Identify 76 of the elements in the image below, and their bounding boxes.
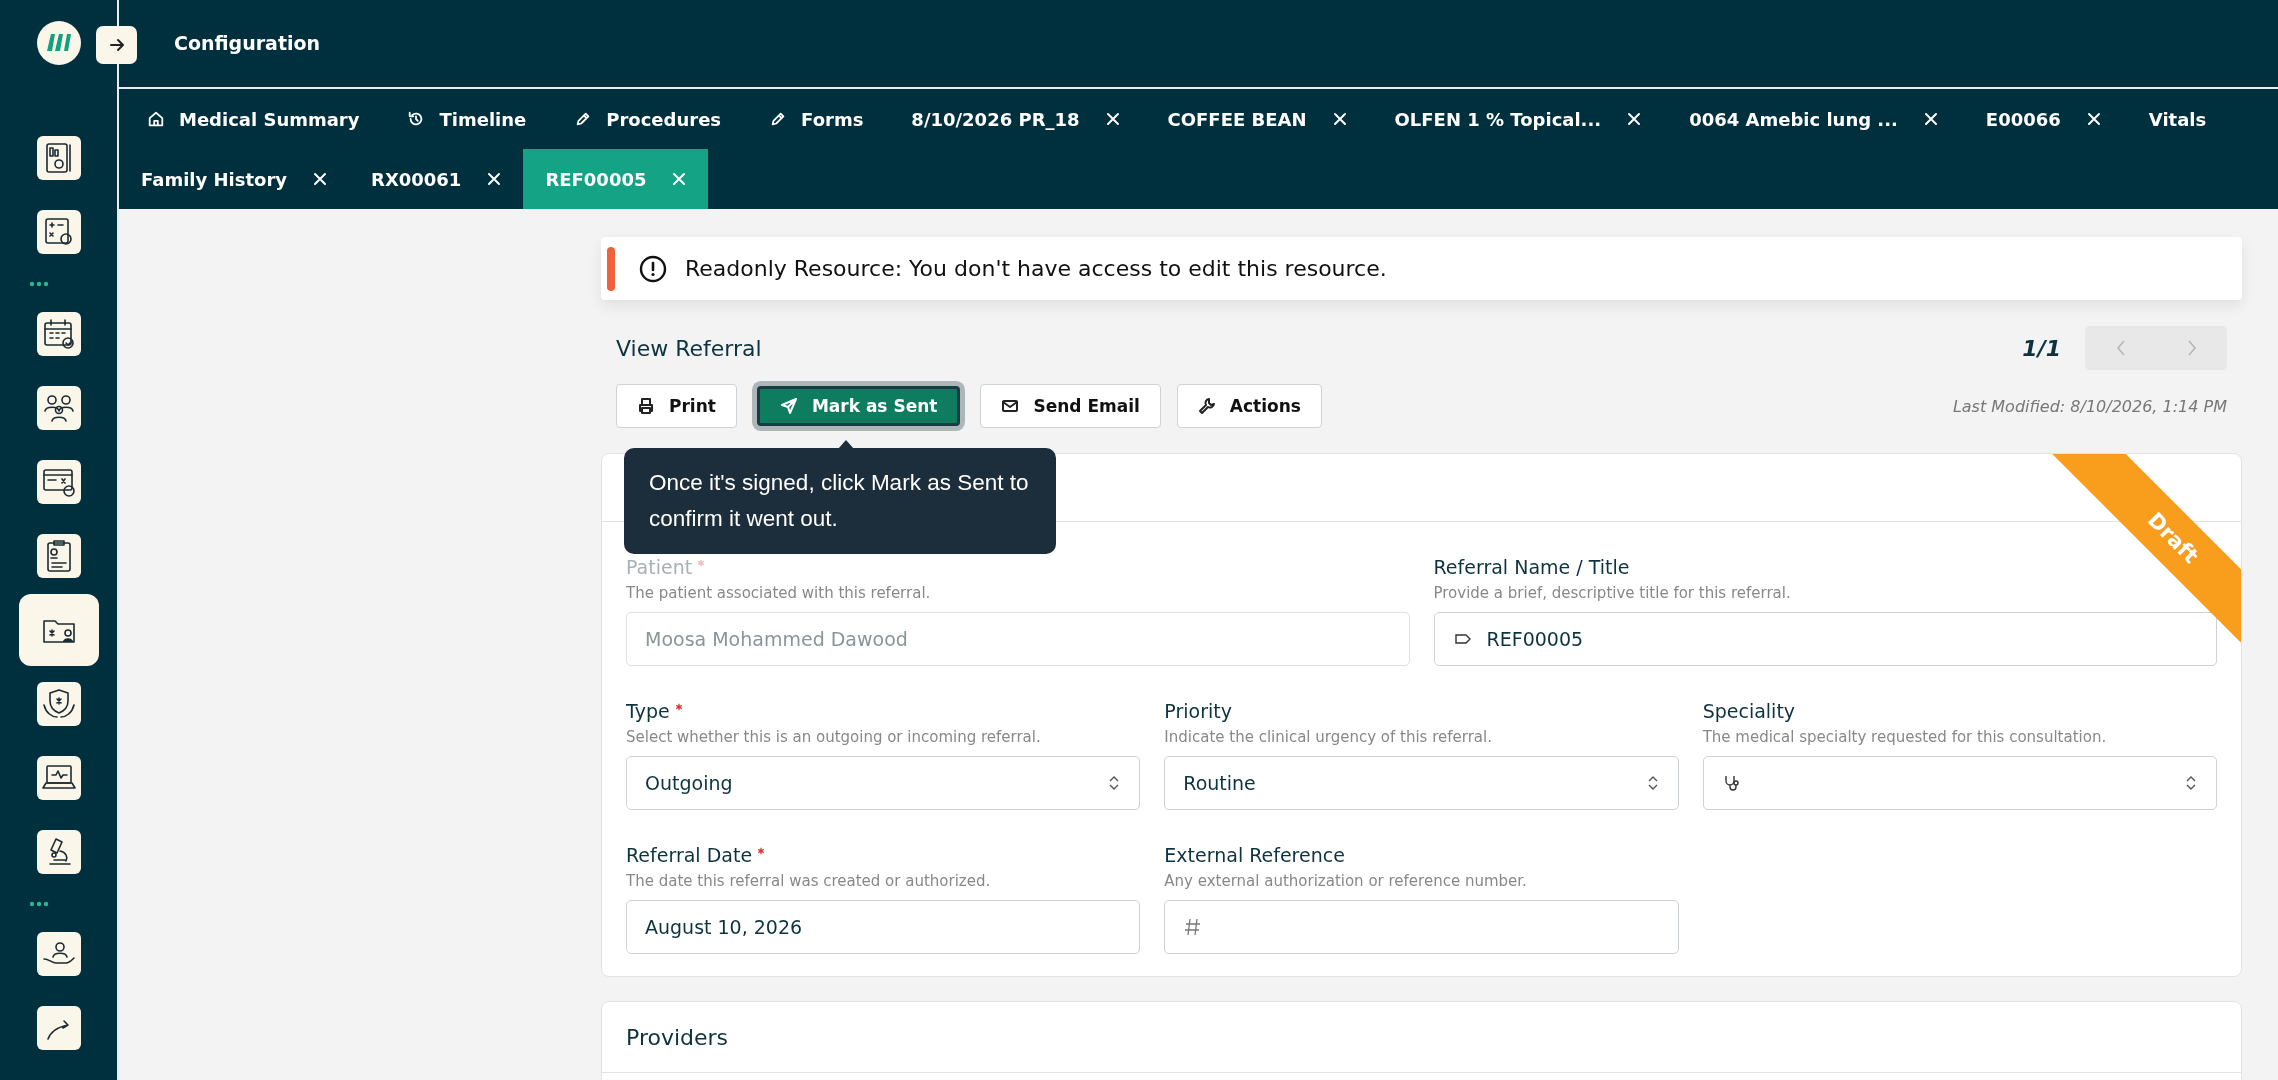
tab[interactable]: Family History [119, 149, 349, 209]
action-button[interactable]: Print [616, 384, 737, 428]
more-dots-icon [28, 280, 49, 288]
wrench-icon [1197, 397, 1216, 415]
tab[interactable]: OLFEN 1 % Topical... [1370, 89, 1666, 149]
sidebar-item[interactable] [36, 830, 81, 874]
home-icon [147, 110, 165, 128]
close-icon[interactable] [1332, 112, 1347, 126]
chevron-right-icon [2185, 339, 2198, 357]
sidebar-item[interactable] [36, 756, 81, 800]
field-label: External Reference [1164, 844, 1345, 866]
field-hint: Select whether this is an outgoing or incoming referral. [626, 728, 1042, 746]
sidebar-item[interactable] [36, 210, 81, 254]
field-hint: Any external authorization or reference number. [1164, 872, 1528, 890]
close-icon[interactable] [1105, 112, 1120, 126]
page-title: View Referral [616, 335, 762, 361]
sidebar-item[interactable] [36, 1006, 81, 1050]
send-icon [779, 397, 798, 415]
section-title: Providers [626, 1024, 729, 1050]
field-label: Referral Name / Title [1433, 556, 1630, 578]
tooltip-arrow [838, 440, 854, 449]
sidebar-item[interactable] [36, 932, 81, 976]
tab[interactable]: 0064 Amebic lung ... [1665, 89, 1962, 149]
sidebar-item[interactable] [36, 460, 81, 504]
page-counter: 1/1 [2022, 335, 2061, 361]
select-field[interactable]: Outgoing [626, 756, 1141, 810]
alert-message: Readonly Resource: You don't have access to edit this resource. [685, 256, 1387, 281]
close-icon[interactable] [487, 172, 502, 186]
tab[interactable]: 8/10/2026 PR_18 [887, 89, 1144, 149]
tab[interactable]: Medical Summary [119, 89, 384, 149]
sidebar-item[interactable] [36, 386, 81, 430]
close-icon[interactable] [1627, 112, 1642, 126]
field-label: Speciality [1702, 700, 1796, 722]
logo-icon [36, 21, 81, 65]
action-button[interactable]: Actions [1176, 384, 1322, 428]
close-icon[interactable] [2086, 112, 2101, 126]
field-label: Type [626, 700, 670, 722]
header-title: Configuration [174, 31, 321, 54]
field-hint: The patient associated with this referral. [626, 584, 932, 602]
tab[interactable]: Procedures [550, 89, 746, 149]
field-hint: The medical specialty requested for this consultation. [1702, 728, 2108, 746]
field-hint: The date this referral was created or authorized. [626, 872, 992, 890]
chevron-left-icon [2114, 339, 2127, 357]
sidebar-item[interactable] [36, 682, 81, 726]
input-field[interactable]: August 10, 2026 [626, 900, 1141, 954]
chevron-updown-icon [2184, 774, 2198, 792]
select-field[interactable]: Routine [1164, 756, 1679, 810]
input-field[interactable]: REF00005 [1433, 612, 2217, 666]
sidebar-item[interactable] [36, 312, 81, 356]
field-label: Patient [626, 556, 693, 578]
tab[interactable]: E00066 [1961, 89, 2125, 149]
printer-icon [637, 397, 655, 415]
field-hint: Indicate the clinical urgency of this referral. [1164, 728, 1493, 746]
tab[interactable]: Timeline [383, 89, 551, 149]
tab[interactable]: Forms [745, 89, 888, 149]
field-label: Referral Date [626, 844, 753, 866]
close-icon[interactable] [313, 172, 327, 186]
sidebar-item[interactable] [18, 594, 99, 666]
last-modified: Last Modified: 8/10/2026, 1:14 PM [1952, 396, 2227, 416]
select-field[interactable] [1702, 756, 2217, 810]
action-button[interactable]: Send Email [980, 384, 1161, 428]
tab[interactable]: COFFEE BEAN [1143, 89, 1371, 149]
field-hint: Provide a brief, descriptive title for this referral. [1433, 584, 1792, 602]
alert-accent-bar [607, 247, 615, 291]
field-label: Priority [1164, 700, 1232, 722]
mail-icon [1001, 397, 1020, 415]
tooltip: Once it's signed, click Mark as Sent to confirm it went out. [624, 448, 1056, 554]
sidebar-item[interactable] [36, 136, 81, 180]
sidebar-item[interactable] [36, 534, 81, 578]
tab[interactable]: Vitals [2124, 89, 2231, 149]
tab[interactable]: RX00061 [349, 149, 524, 209]
expand-button[interactable] [96, 26, 137, 64]
alert-icon [639, 254, 667, 283]
close-icon[interactable] [1923, 112, 1938, 126]
input-field[interactable] [1164, 900, 1679, 954]
more-dots-icon [28, 900, 49, 908]
